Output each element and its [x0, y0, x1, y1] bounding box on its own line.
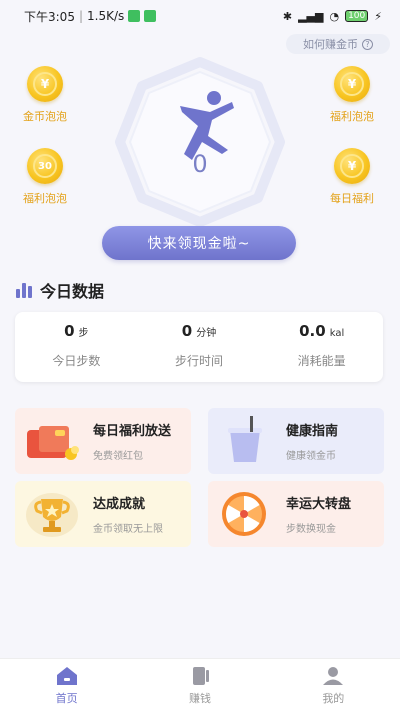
how-to-earn-link[interactable]: 如何赚金币 ? — [286, 34, 390, 54]
coin-bubble-label: 福利泡泡 — [23, 192, 67, 205]
home-icon — [56, 667, 77, 685]
lucky-wheel-card[interactable]: 幸运大转盘 步数换现金 — [208, 481, 384, 547]
network-speed: 1.5K/s — [87, 9, 125, 23]
stat-energy: 0.0 kal 消耗能量 — [260, 312, 383, 382]
trophy-icon — [21, 489, 83, 539]
collect-cash-button[interactable]: 快来领现金啦~ — [102, 226, 296, 260]
energy-unit: kal — [329, 328, 345, 339]
card-title: 幸运大转盘 — [286, 497, 352, 512]
wechat-notification-icon — [128, 10, 141, 22]
tab-profile-label: 我的 — [322, 692, 345, 705]
stat-walk-time: 0 分钟 步行时间 — [138, 312, 261, 382]
stat-steps: 0 步 今日步数 — [15, 312, 138, 382]
coin-icon: ¥ — [27, 66, 63, 102]
today-data-heading: 今日数据 — [16, 278, 104, 302]
steps-label: 今日步数 — [52, 354, 101, 368]
card-title: 达成成就 — [93, 497, 146, 512]
card-subtitle: 健康领金币 — [286, 451, 336, 462]
coin-bubble-left-top[interactable]: ¥ 金币泡泡 — [15, 66, 75, 124]
bar-chart-icon — [16, 282, 32, 298]
coin-bubble-right-top[interactable]: ¥ 福利泡泡 — [322, 66, 382, 124]
battery-icon: 100 — [345, 10, 369, 22]
today-stats-card: 0 步 今日步数 0 分钟 步行时间 0.0 kal 消耗能量 — [15, 312, 383, 382]
achievement-card[interactable]: 达成成就 金币领取无上限 — [15, 481, 191, 547]
coin-icon: ¥ — [334, 66, 370, 102]
card-subtitle: 步数换现金 — [286, 524, 336, 535]
energy-value: 0.0 — [299, 322, 326, 340]
step-progress-ring — [115, 57, 285, 227]
card-title: 健康指南 — [286, 424, 339, 439]
card-subtitle: 免费领红包 — [93, 451, 143, 462]
walk-time-label: 步行时间 — [175, 354, 224, 368]
walk-time-unit: 分钟 — [196, 328, 217, 339]
tab-earn[interactable]: 赚钱 — [133, 659, 266, 709]
step-count: 0 — [192, 150, 208, 178]
today-data-title: 今日数据 — [40, 282, 105, 301]
card-title: 每日福利放送 — [93, 424, 172, 439]
bottom-tab-bar: 首页 赚钱 我的 — [0, 658, 400, 709]
wifi-icon: ◔ — [329, 9, 340, 23]
daily-welfare-card[interactable]: 每日福利放送 免费领红包 — [15, 408, 191, 474]
tab-home[interactable]: 首页 — [0, 659, 133, 709]
red-envelope-icon — [21, 416, 83, 466]
profile-icon — [323, 667, 344, 685]
question-icon: ? — [362, 38, 373, 50]
prize-wheel-icon — [214, 489, 276, 539]
tab-home-label: 首页 — [55, 692, 78, 705]
earn-icon — [192, 667, 209, 685]
tab-earn-label: 赚钱 — [188, 692, 211, 705]
status-bar: 下午3:05 | 1.5K/s ✱ ▂▄▆ ◔ 100 ⚡ — [24, 9, 382, 24]
steps-unit: 步 — [78, 328, 89, 339]
charging-icon: ⚡ — [374, 9, 382, 23]
status-time: 下午3:05 — [24, 9, 75, 24]
coin-bubble-label: 福利泡泡 — [330, 110, 374, 123]
card-subtitle: 金币领取无上限 — [93, 524, 163, 535]
steps-value: 0 — [64, 322, 75, 340]
app-notification-icon — [144, 10, 157, 22]
walk-time-value: 0 — [181, 322, 193, 340]
coin-bubble-label: 每日福利 — [330, 192, 374, 205]
bluetooth-icon: ✱ — [282, 9, 293, 23]
health-guide-card[interactable]: 健康指南 健康领金币 — [208, 408, 384, 474]
coin-bubble-label: 金币泡泡 — [23, 110, 67, 123]
signal-icon: ▂▄▆ — [298, 9, 324, 23]
how-to-earn-label: 如何赚金币 — [303, 38, 358, 51]
drink-cup-icon — [214, 416, 276, 466]
energy-label: 消耗能量 — [297, 354, 346, 368]
tab-profile[interactable]: 我的 — [267, 659, 400, 709]
